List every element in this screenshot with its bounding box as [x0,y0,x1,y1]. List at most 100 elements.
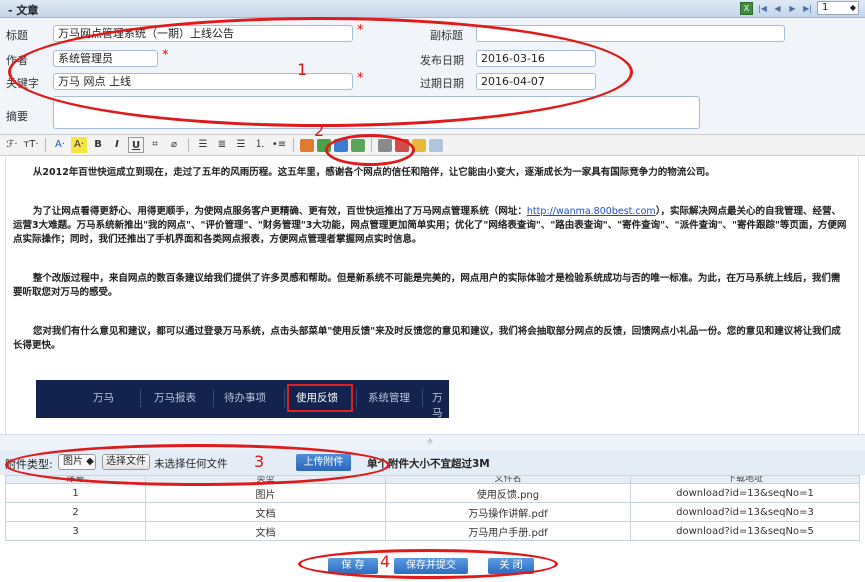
spinner-icon[interactable]: ◆ [850,2,856,14]
insert-link-icon[interactable] [300,138,314,152]
nav-divider [213,389,214,407]
summary-textarea[interactable] [53,96,700,129]
font-family-button[interactable]: ℱ· [4,137,20,153]
paragraph-4: 您对我们有什么意见和建议，都可以通过登录万马系统，点击头部菜单"使用反馈"来及时… [13,326,841,351]
cell-download[interactable]: download?id=13&seqNo=5 [630,521,860,541]
table-row[interactable]: 2 文档 万马操作讲解.pdf download?id=13&seqNo=3 [5,502,860,522]
title-input[interactable]: 万马网点管理系统（一期）上线公告 [53,25,353,42]
choose-file-button[interactable]: 选择文件 [102,454,150,470]
no-file-text: 未选择任何文件 [154,458,228,470]
cell-download[interactable]: download?id=13&seqNo=1 [630,483,860,503]
nav-divider [284,389,285,407]
close-button[interactable]: 关 闭 [488,558,534,574]
summary-label: 摘要 [6,110,28,123]
website-link[interactable]: http://wanma.800best.com [527,206,656,217]
underline-button[interactable]: U [128,137,144,153]
publish-date-label: 发布日期 [420,54,464,67]
subtitle-input[interactable] [476,25,785,42]
cell-filename: 万马操作讲解.pdf [385,502,631,522]
column-header: 文件名 [385,475,631,484]
align-center-icon[interactable]: ≣ [214,137,230,153]
panel-title[interactable]: - 文章 [8,2,38,18]
resize-handle[interactable]: ⟡ [0,434,865,450]
keyword-input[interactable]: 万马 网点 上线 [53,73,353,90]
attachment-type-label: 附件类型: [5,458,53,471]
article-form: 标题 万马网点管理系统（一期）上线公告 * 副标题 作者 系统管理员 * 发布日… [0,18,865,134]
cell-filename: 万马用户手册.pdf [385,521,631,541]
required-mark: * [357,23,364,38]
nav-item: 万马 [432,392,443,419]
nav-highlight-box [287,384,353,412]
eraser-icon[interactable]: ⌀ [166,137,182,153]
publish-date-input[interactable]: 2016-03-16 [476,50,596,67]
bold-button[interactable]: B [90,137,106,153]
expire-date-label: 过期日期 [420,77,464,90]
unordered-list-icon[interactable]: •≡ [271,137,287,153]
preview-icon[interactable] [429,138,443,152]
nav-divider [356,389,357,407]
highlight-button[interactable]: A· [71,137,87,153]
title-label: 标题 [6,29,28,42]
subtitle-label: 副标题 [430,29,463,42]
expire-date-input[interactable]: 2016-04-07 [476,73,596,90]
annotation-number: 1 [297,60,308,79]
column-header: 下载地址 [630,475,860,484]
upload-button[interactable]: 上传附件 [296,454,351,471]
first-page-icon[interactable]: |◀ [757,2,768,15]
save-button[interactable]: 保 存 [328,558,378,574]
table-row[interactable]: 1 图片 使用反馈.png download?id=13&seqNo=1 [5,483,860,503]
drag-icon: ⟡ [427,437,433,447]
insert-table-icon[interactable] [334,138,348,152]
attachment-bar: 附件类型: 图片 ◆ 选择文件 未选择任何文件 上传附件 单个附件大小不宜超过3… [0,450,865,475]
italic-button[interactable]: I [109,137,125,153]
font-color-button[interactable]: A· [52,137,68,153]
paragraph-3: 整个改版过程中，来自网点的数百条建议给我们提供了许多灵感和帮助。但是新系统不可能… [13,273,841,298]
toolbar-divider [45,138,46,152]
page-number-input[interactable]: 1 ◆ [817,1,859,15]
author-input[interactable]: 系统管理员 [53,50,158,67]
editor-content[interactable]: 从2012年百世快运成立到现在，走过了五年的风雨历程。这五年里，感谢各个网点的信… [5,158,859,434]
annotation-number: 4 [380,552,391,571]
cell-type: 文档 [145,502,386,522]
column-header: 序号 [5,475,146,484]
cell-index: 1 [5,483,146,503]
save-submit-button[interactable]: 保存并提交 [394,558,468,574]
source-code-icon[interactable] [378,138,392,152]
nav-divider [422,389,423,407]
cell-type: 图片 [145,483,386,503]
toolbar-divider [188,138,189,152]
cell-index: 2 [5,502,146,522]
next-page-icon[interactable]: ▶ [787,2,798,15]
attachments-table: 序号 类型 文件名 下载地址 1 图片 使用反馈.png download?id… [5,475,860,541]
ordered-list-icon[interactable]: ⒈ [252,137,268,153]
nav-item: 待办事项 [224,392,266,404]
last-page-icon[interactable]: ▶| [802,2,813,15]
toolbar-divider [293,138,294,152]
align-left-icon[interactable]: ☰ [195,137,211,153]
nav-item: 万马报表 [154,392,196,404]
upload-size-hint: 单个附件大小不宜超过3M [367,458,490,470]
column-header: 类型 [145,475,386,484]
cell-download[interactable]: download?id=13&seqNo=3 [630,502,860,522]
annotation-number: 3 [254,452,265,471]
panel-header: - 文章 X |◀ ◀ ▶ ▶| 1 ◆ [0,0,865,18]
template-icon[interactable] [412,138,426,152]
pager: X |◀ ◀ ▶ ▶| 1 ◆ [740,1,859,15]
font-size-button[interactable]: тT· [23,137,39,153]
strikethrough-button[interactable]: ⌗ [147,137,163,153]
align-right-icon[interactable]: ☰ [233,137,249,153]
cell-index: 3 [5,521,146,541]
table-header-row: 序号 类型 文件名 下载地址 [5,475,860,484]
insert-media-icon[interactable] [351,138,365,152]
nav-item: 系统管理 [368,392,410,404]
cell-type: 文档 [145,521,386,541]
fullscreen-icon[interactable] [395,138,409,152]
prev-page-icon[interactable]: ◀ [772,2,783,15]
nav-item: 万马 [93,392,114,404]
table-row[interactable]: 3 文档 万马用户手册.pdf download?id=13&seqNo=5 [5,521,860,541]
author-label: 作者 [6,54,28,67]
excel-icon[interactable]: X [740,1,753,15]
insert-image-icon[interactable] [317,138,331,152]
attachment-type-select[interactable]: 图片 ◆ [58,454,96,470]
nav-menu-image: 万马 万马报表 待办事项 使用反馈 系统管理 万马 [36,380,449,419]
